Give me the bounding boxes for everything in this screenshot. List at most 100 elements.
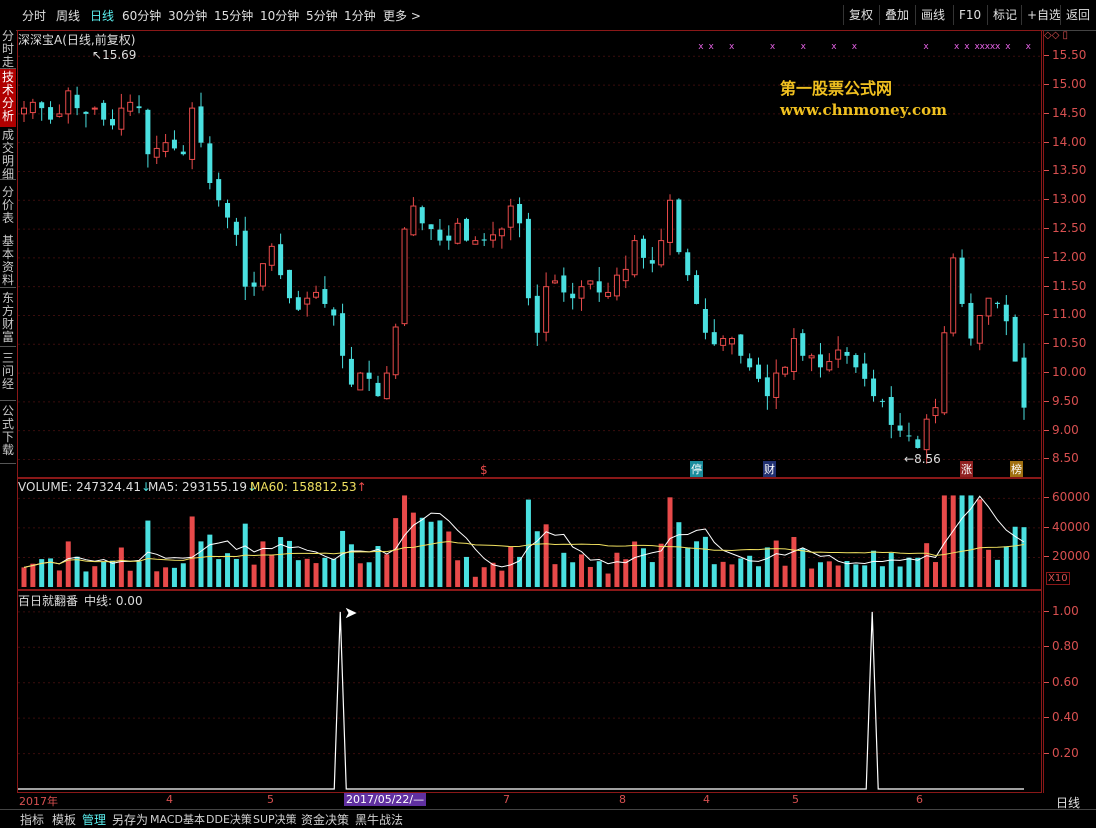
bottom-tab-black-bull[interactable]: 黑牛战法 bbox=[355, 811, 403, 828]
side-tab-technical[interactable]: 技术分析 bbox=[0, 69, 16, 128]
candle-body-up bbox=[127, 101, 134, 112]
price-tick-mark bbox=[1044, 170, 1049, 172]
signal-x-marker: x bbox=[831, 42, 837, 52]
volume-bar-up bbox=[933, 562, 939, 587]
event-mark-board[interactable]: 榜 bbox=[1010, 461, 1023, 477]
candle-body-down bbox=[906, 435, 912, 437]
candle-body-down bbox=[136, 106, 142, 109]
volume-bar-up bbox=[773, 540, 779, 587]
period-tab-1min[interactable]: 1分钟 bbox=[344, 7, 376, 24]
volume-bar-up bbox=[393, 518, 399, 587]
volume-bar-down bbox=[340, 530, 346, 587]
ma60-label: MA60: 158812.53↑ bbox=[250, 480, 367, 494]
side-tab-basic-info[interactable]: 基本资料 bbox=[0, 231, 16, 288]
volume-bar-up bbox=[924, 543, 930, 587]
candle-body-up bbox=[605, 291, 612, 297]
indicator-name: 百日就翻番 bbox=[18, 594, 79, 608]
volume-bar-up bbox=[782, 565, 788, 587]
price-tick-mark bbox=[1044, 343, 1049, 345]
date-cursor-label: 2017/05/22/— bbox=[344, 793, 427, 806]
period-tab-60min[interactable]: 60分钟 bbox=[122, 7, 161, 24]
volume-pane[interactable]: VOLUME: 247324.41↓ MA5: 293155.19↓ MA60:… bbox=[17, 478, 1042, 590]
volume-bar-down bbox=[295, 560, 301, 587]
candle-body-down bbox=[375, 382, 381, 397]
volume-bar-up bbox=[251, 564, 257, 587]
volume-y-axis: 60000 40000 20000 X10 bbox=[1043, 478, 1096, 590]
indicator-chart[interactable] bbox=[18, 591, 1041, 792]
candle-body-down bbox=[959, 257, 965, 304]
volume-bar-up bbox=[472, 576, 478, 587]
event-mark-finance[interactable]: 财 bbox=[763, 461, 776, 477]
candle-body-up bbox=[472, 240, 479, 245]
period-tab-5min[interactable]: 5分钟 bbox=[306, 7, 338, 24]
candle-body-down bbox=[101, 102, 107, 120]
period-tab-15min[interactable]: 15分钟 bbox=[214, 7, 253, 24]
event-mark-limit-up[interactable]: 涨 bbox=[960, 461, 973, 477]
date-label-may2: 5 bbox=[792, 793, 799, 806]
price-tick-label: 15.50 bbox=[1052, 48, 1087, 63]
volume-tick-label: 40000 bbox=[1052, 519, 1091, 534]
side-tab-eastmoney[interactable]: 东方财富 bbox=[0, 288, 16, 347]
volume-bar-up bbox=[446, 531, 452, 587]
candle-body-down bbox=[216, 179, 222, 201]
fuquan-button[interactable]: 复权 bbox=[843, 5, 878, 25]
volume-bar-down bbox=[871, 550, 877, 587]
period-tab-fenshi[interactable]: 分时 bbox=[22, 7, 46, 24]
bottom-tab-dde[interactable]: DDE决策 bbox=[206, 811, 252, 827]
bottom-tab-save-as[interactable]: 另存为 bbox=[112, 811, 148, 828]
period-tab-10min[interactable]: 10分钟 bbox=[260, 7, 299, 24]
candle-body-down bbox=[145, 109, 151, 155]
high-price-label: ↖15.69 bbox=[92, 48, 137, 62]
back-button[interactable]: 返回 bbox=[1060, 5, 1095, 25]
volume-bar-up bbox=[92, 566, 98, 587]
candle-body-up bbox=[392, 326, 399, 376]
event-mark-dollar[interactable]: $ bbox=[480, 463, 488, 477]
overlay-button[interactable]: 叠加 bbox=[879, 5, 914, 25]
side-tab-trades[interactable]: 成交明细 bbox=[0, 127, 16, 181]
volume-bar-up bbox=[30, 563, 36, 587]
candle-body-up bbox=[622, 268, 629, 282]
draw-line-button[interactable]: 画线 bbox=[915, 5, 950, 25]
price-tick-label: 10.50 bbox=[1052, 336, 1087, 351]
price-tick-mark bbox=[1044, 314, 1049, 316]
signal-x-marker: x bbox=[1005, 42, 1011, 52]
volume-bar-down bbox=[817, 562, 823, 587]
date-label-aug: 8 bbox=[619, 793, 626, 806]
volume-bar-down bbox=[101, 561, 107, 587]
event-mark-halt[interactable]: 停 bbox=[690, 461, 703, 477]
bottom-tab-macd[interactable]: MACD基本 bbox=[150, 811, 205, 827]
candle-body-down bbox=[437, 229, 443, 241]
candle-body-down bbox=[853, 355, 859, 368]
candle-body-down bbox=[340, 313, 346, 356]
period-tab-more[interactable]: 更多 > bbox=[383, 7, 421, 24]
indicator-signal-line bbox=[18, 611, 1024, 790]
f10-button[interactable]: F10 bbox=[953, 5, 986, 25]
period-tab-30min[interactable]: 30分钟 bbox=[168, 7, 207, 24]
volume-bar-down bbox=[419, 517, 425, 587]
side-tab-formula-download[interactable]: 公式下载 bbox=[0, 401, 16, 464]
mark-button[interactable]: 标记 bbox=[987, 5, 1022, 25]
price-chart-pane[interactable]: xxxxxxxxxxxxxxxxx 深深宝A(日线,前复权) ↖15.69 ←8… bbox=[17, 30, 1042, 478]
volume-tick-mark bbox=[1044, 556, 1049, 558]
candle-body-down bbox=[738, 334, 744, 356]
bottom-tab-capital[interactable]: 资金决策 bbox=[301, 811, 349, 828]
indicator-pane[interactable]: 百日就翻番 中线: 0.00 ➤ bbox=[17, 590, 1042, 793]
indicator-tick-mark bbox=[1044, 610, 1049, 612]
candle-body-down bbox=[419, 207, 425, 224]
bottom-tab-templates[interactable]: 模板 bbox=[52, 811, 76, 828]
candle-body-up bbox=[808, 355, 815, 359]
bottom-tab-indicators[interactable]: 指标 bbox=[20, 811, 44, 828]
volume-bars-chart[interactable] bbox=[18, 479, 1041, 589]
chart-title: 深深宝A(日线,前复权) bbox=[18, 33, 136, 47]
volume-bar-down bbox=[525, 499, 531, 587]
side-tab-sanwen[interactable]: 三问经 bbox=[0, 348, 16, 401]
bottom-tab-sup[interactable]: SUP决策 bbox=[253, 811, 297, 827]
side-tab-fenshi[interactable]: 分时走势 bbox=[0, 30, 16, 82]
period-tab-daily[interactable]: 日线 bbox=[90, 7, 114, 24]
period-tab-weekly[interactable]: 周线 bbox=[56, 7, 80, 24]
candle-body-down bbox=[83, 111, 89, 114]
candle-body-down bbox=[534, 295, 540, 333]
candle-body-down bbox=[694, 275, 700, 304]
bottom-tab-manage[interactable]: 管理 bbox=[82, 811, 106, 828]
side-tab-price-table[interactable]: 分价表 bbox=[0, 182, 16, 232]
